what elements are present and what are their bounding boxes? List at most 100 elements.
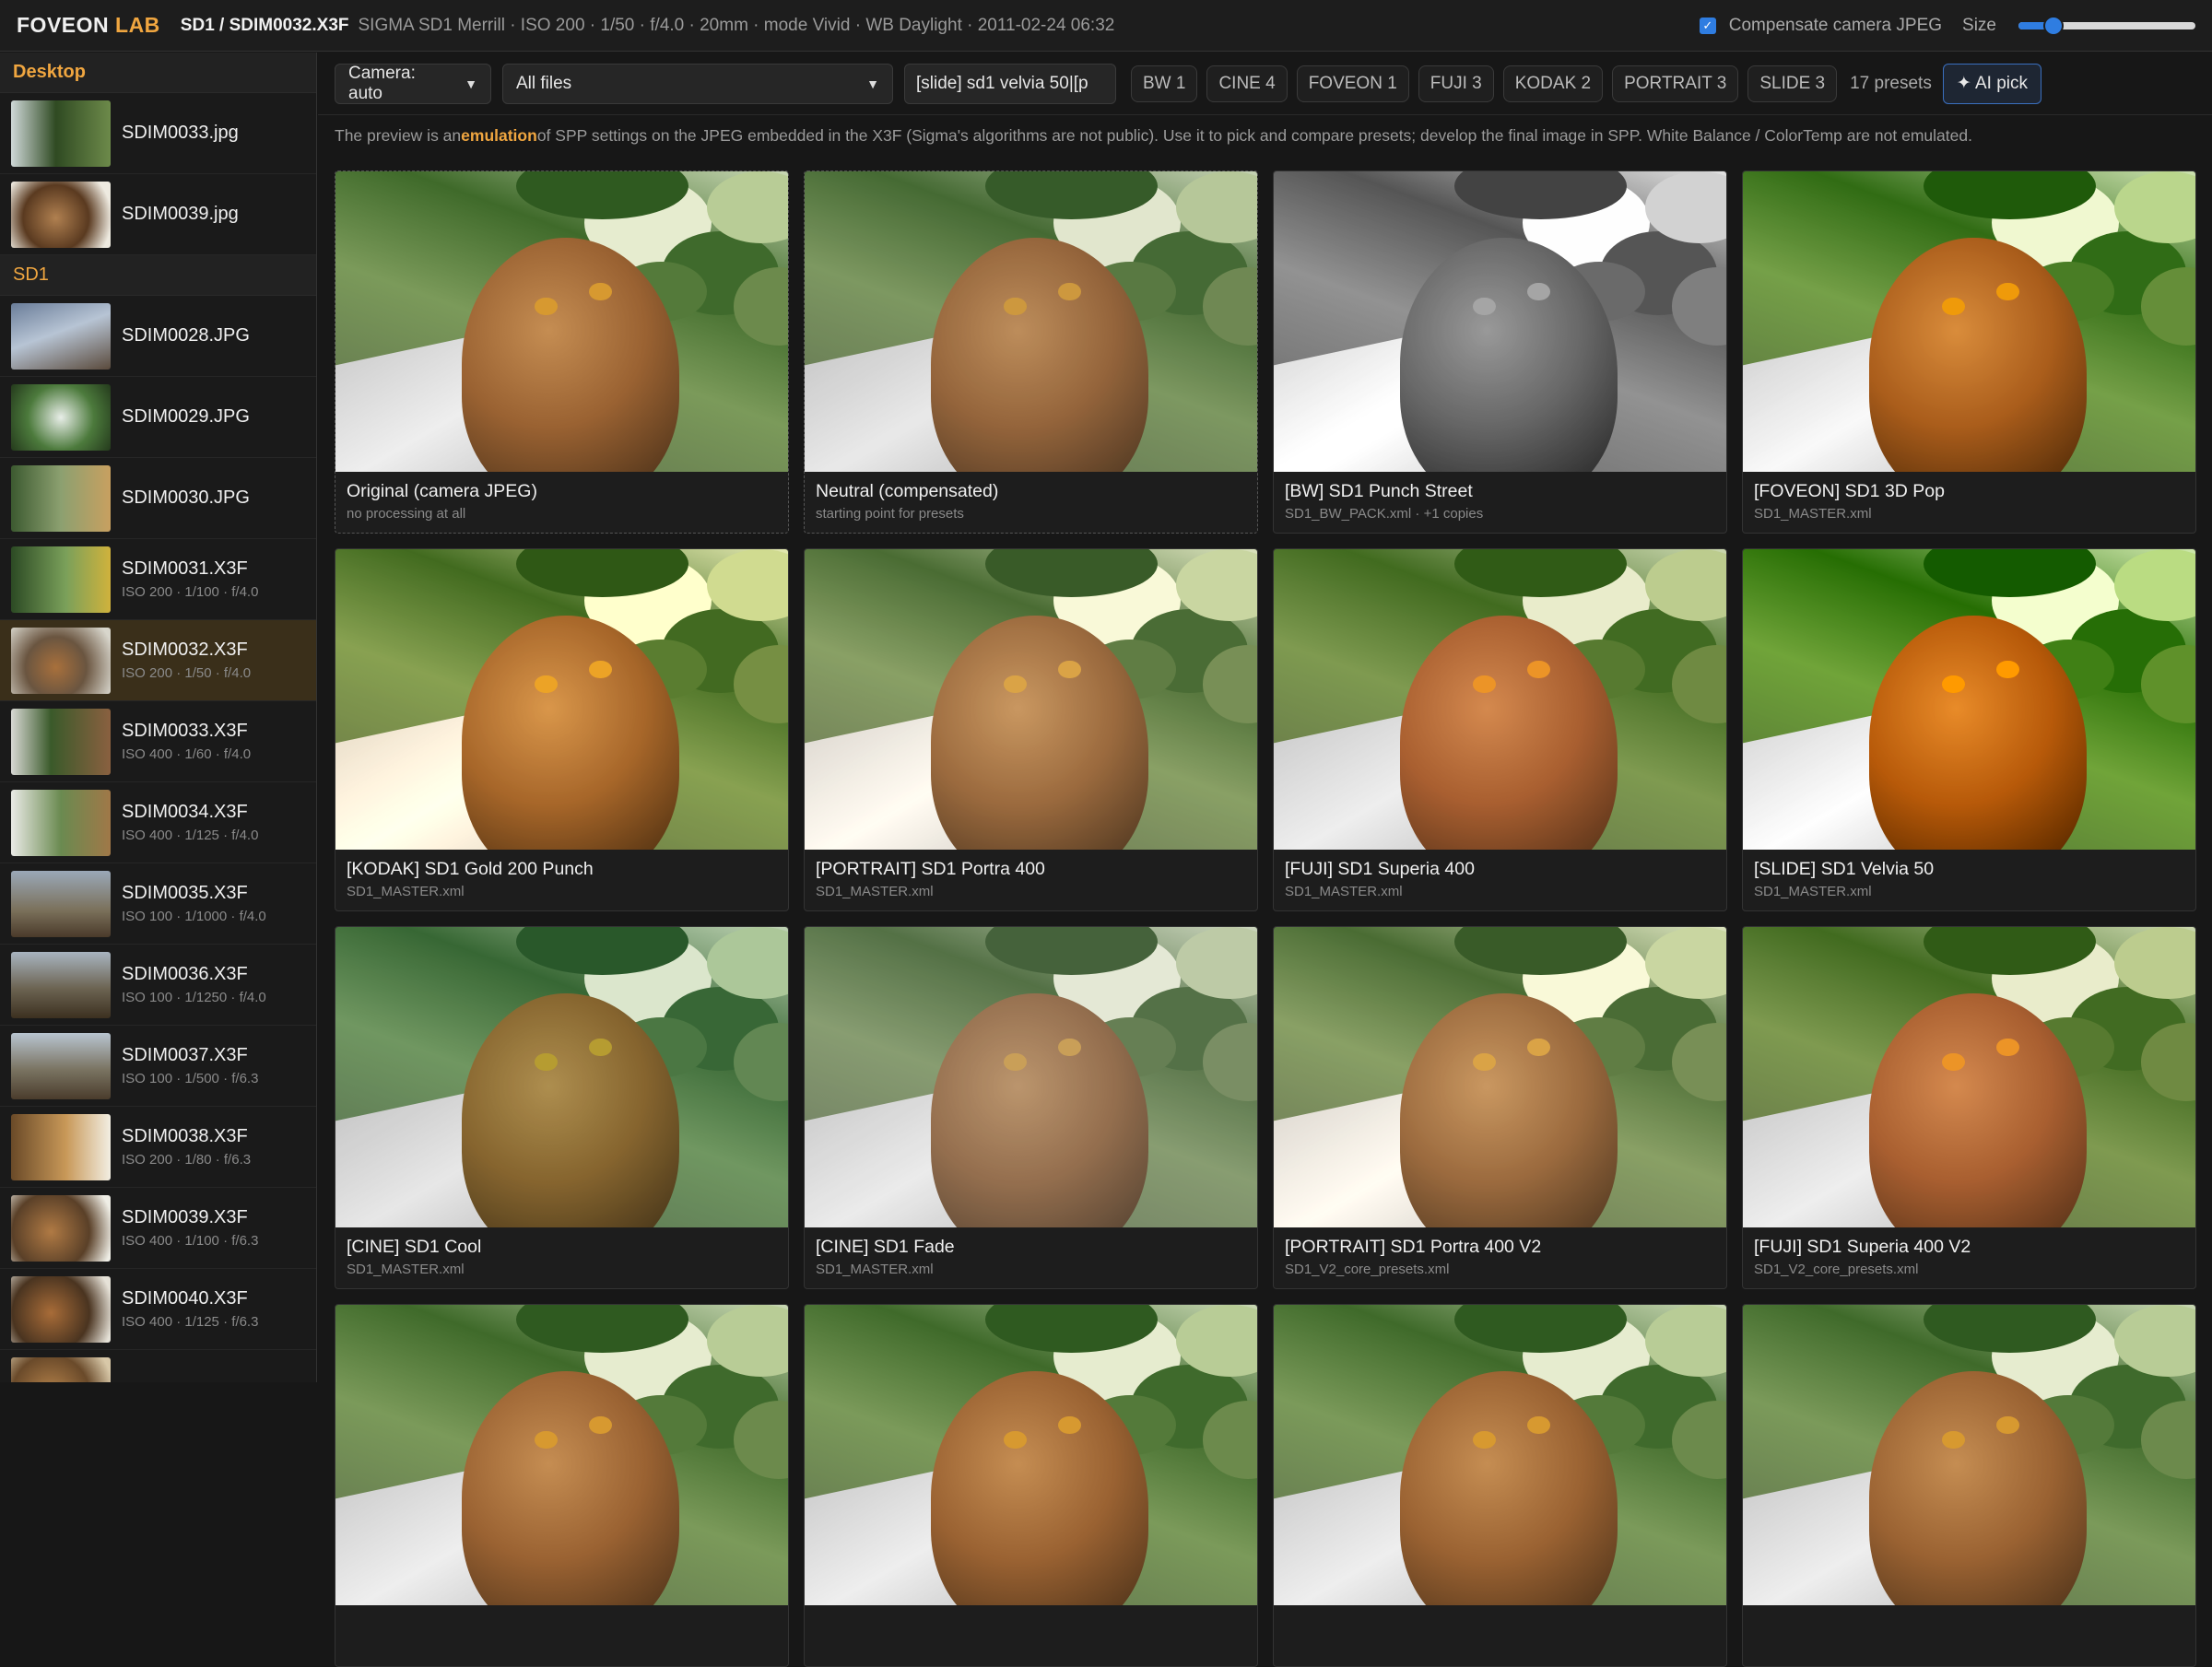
preset-title: Neutral (compensated): [816, 481, 999, 501]
cat-eye-shape: [1942, 297, 1965, 316]
preset-filter-chip[interactable]: KODAK 2: [1502, 65, 1604, 102]
compensate-label[interactable]: Compensate camera JPEG: [1729, 16, 1942, 36]
ai-pick-button[interactable]: ✦ AI pick: [1942, 63, 2041, 104]
preset-card[interactable]: [FUJI] SD1 Superia 400 V2 SD1_V2_core_pre…: [1742, 926, 2196, 1289]
file-list-item[interactable]: SDIM0035.X3F ISO 100 · 1/1000 · f/4.0: [0, 863, 316, 945]
preset-filter-chip[interactable]: FUJI 3: [1418, 65, 1494, 102]
file-text: SDIM0038.X3F ISO 200 · 1/80 · f/6.3: [122, 1126, 251, 1168]
preset-filter-chip[interactable]: BW 1: [1131, 65, 1198, 102]
preset-preview-image[interactable]: [1274, 549, 1726, 850]
section-sd1[interactable]: SD1: [0, 255, 316, 296]
preset-preview-image[interactable]: [1274, 1305, 1726, 1605]
preset-preview-image[interactable]: [805, 171, 1257, 472]
file-list-item[interactable]: SDIM0032.X3F ISO 200 · 1/50 · f/4.0: [0, 620, 316, 701]
brand-accent: LAB: [115, 13, 160, 37]
file-thumbnail: [11, 789, 111, 856]
preset-preview-image[interactable]: [805, 1305, 1257, 1605]
notice-emphasis: emulation: [461, 125, 537, 145]
file-list-item[interactable]: SDIM0038.X3F ISO 200 · 1/80 · f/6.3: [0, 1107, 316, 1188]
file-list-item[interactable]: SDIM0041.X3F: [0, 1350, 316, 1382]
preset-card[interactable]: [804, 1304, 1258, 1667]
section-desktop[interactable]: Desktop: [0, 53, 316, 93]
size-slider[interactable]: [2018, 15, 2195, 36]
cat-eye-shape: [1473, 1052, 1496, 1072]
preset-preview-image[interactable]: [335, 549, 788, 850]
file-list-item[interactable]: SDIM0039.jpg: [0, 174, 316, 255]
preset-preview-image[interactable]: [335, 1305, 788, 1605]
preset-preview-image[interactable]: [1743, 549, 2195, 850]
file-name: SDIM0029.JPG: [122, 406, 250, 427]
app-logo: FOVEON LAB: [17, 13, 160, 38]
file-list-item[interactable]: SDIM0030.JPG: [0, 458, 316, 539]
preset-card[interactable]: [FOVEON] SD1 3D Pop SD1_MASTER.xml: [1742, 170, 2196, 534]
file-list-item[interactable]: SDIM0036.X3F ISO 100 · 1/1250 · f/4.0: [0, 945, 316, 1026]
preset-card[interactable]: [SLIDE] SD1 Velvia 50 SD1_MASTER.xml: [1742, 548, 2196, 911]
preset-preview-image[interactable]: [335, 927, 788, 1227]
preset-card[interactable]: [CINE] SD1 Cool SD1_MASTER.xml: [335, 926, 789, 1289]
cat-eye-shape: [1473, 297, 1496, 316]
preset-filter-chip[interactable]: PORTRAIT 3: [1612, 65, 1739, 102]
file-thumbnail: [11, 181, 111, 248]
file-list-item[interactable]: SDIM0031.X3F ISO 200 · 1/100 · f/4.0: [0, 539, 316, 620]
file-name: SDIM0039.X3F: [122, 1207, 248, 1227]
top-bar: FOVEON LAB SD1 / SDIM0032.X3F SIGMA SD1 …: [0, 0, 2212, 52]
files-select[interactable]: All files ▼: [502, 63, 893, 104]
compensate-checkbox[interactable]: ✓: [1699, 17, 1716, 34]
preset-preview-image[interactable]: [805, 549, 1257, 850]
preset-source: [335, 1614, 788, 1618]
exif-summary: SIGMA SD1 Merrill · ISO 200 · 1/50 · f/4…: [358, 15, 1115, 35]
file-list-item[interactable]: SDIM0033.jpg: [0, 93, 316, 174]
file-list-item[interactable]: SDIM0028.JPG: [0, 296, 316, 377]
file-thumbnail: [11, 1275, 111, 1343]
preset-preview-image[interactable]: [1743, 171, 2195, 472]
preset-title: [BW] SD1 Punch Street: [1285, 481, 1473, 501]
file-list-item[interactable]: SDIM0040.X3F ISO 400 · 1/125 · f/6.3: [0, 1269, 316, 1350]
cat-eye-shape: [1473, 675, 1496, 694]
preset-filter-chip[interactable]: SLIDE 3: [1747, 65, 1838, 102]
file-text: SDIM0028.JPG: [122, 325, 250, 346]
preset-filter-chip[interactable]: FOVEON 1: [1296, 65, 1409, 102]
preset-card[interactable]: [1742, 1304, 2196, 1667]
preset-preview-image[interactable]: [1274, 927, 1726, 1227]
file-list-item[interactable]: SDIM0034.X3F ISO 400 · 1/125 · f/4.0: [0, 782, 316, 863]
preset-filter-chip[interactable]: CINE 4: [1206, 65, 1288, 102]
preset-card[interactable]: [335, 1304, 789, 1667]
preset-search-input[interactable]: [slide] sd1 velvia 50|[p: [904, 63, 1116, 104]
preset-preview-image[interactable]: [335, 171, 788, 472]
preset-card[interactable]: Original (camera JPEG) no processing at a…: [335, 170, 789, 534]
preset-title: [CINE] SD1 Cool: [347, 1237, 482, 1257]
size-slider-handle[interactable]: [2043, 15, 2065, 36]
preset-preview-image[interactable]: [805, 927, 1257, 1227]
preset-title: [1743, 1605, 2195, 1614]
file-thumbnail: [11, 383, 111, 451]
preset-title: [FUJI] SD1 Superia 400: [1285, 859, 1475, 879]
preset-card[interactable]: [1273, 1304, 1727, 1667]
file-list-item[interactable]: SDIM0033.X3F ISO 400 · 1/60 · f/4.0: [0, 701, 316, 782]
file-list-item[interactable]: SDIM0039.X3F ISO 400 · 1/100 · f/6.3: [0, 1188, 316, 1269]
preset-preview-image[interactable]: [1743, 1305, 2195, 1605]
cat-eye-shape: [588, 282, 612, 301]
preset-card[interactable]: [PORTRAIT] SD1 Portra 400 SD1_MASTER.xml: [804, 548, 1258, 911]
preset-card[interactable]: [FUJI] SD1 Superia 400 SD1_MASTER.xml: [1273, 548, 1727, 911]
preset-title: [FUJI] SD1 Superia 400 V2: [1754, 1237, 1971, 1257]
file-list-item[interactable]: SDIM0037.X3F ISO 100 · 1/500 · f/6.3: [0, 1026, 316, 1107]
file-text: SDIM0031.X3F ISO 200 · 1/100 · f/4.0: [122, 558, 258, 600]
preset-card[interactable]: [PORTRAIT] SD1 Portra 400 V2 SD1_V2_core_…: [1273, 926, 1727, 1289]
notice-text-rest: of SPP settings on the JPEG embedded in …: [536, 125, 1972, 145]
file-meta: ISO 200 · 1/50 · f/4.0: [122, 665, 252, 681]
preset-card[interactable]: [CINE] SD1 Fade SD1_MASTER.xml: [804, 926, 1258, 1289]
file-list-item[interactable]: SDIM0029.JPG: [0, 377, 316, 458]
preset-source: SD1_V2_core_presets.xml: [1754, 1262, 1919, 1277]
brand-main: FOVEON: [17, 13, 110, 37]
preset-preview-image[interactable]: [1743, 927, 2195, 1227]
file-name: SDIM0038.X3F: [122, 1126, 248, 1146]
preset-card[interactable]: [BW] SD1 Punch Street SD1_BW_PACK.xml · +…: [1273, 170, 1727, 534]
preset-card[interactable]: [KODAK] SD1 Gold 200 Punch SD1_MASTER.xml: [335, 548, 789, 911]
file-meta: ISO 100 · 1/1250 · f/4.0: [122, 990, 266, 1005]
preset-card[interactable]: Neutral (compensated) starting point for …: [804, 170, 1258, 534]
preset-source: no processing at all: [347, 506, 466, 522]
main-panel: Camera: auto ▼ All files ▼ [slide] sd1 v…: [318, 53, 2212, 1667]
camera-select[interactable]: Camera: auto ▼: [335, 63, 491, 104]
file-name: SDIM0028.JPG: [122, 325, 250, 346]
preset-preview-image[interactable]: [1274, 171, 1726, 472]
